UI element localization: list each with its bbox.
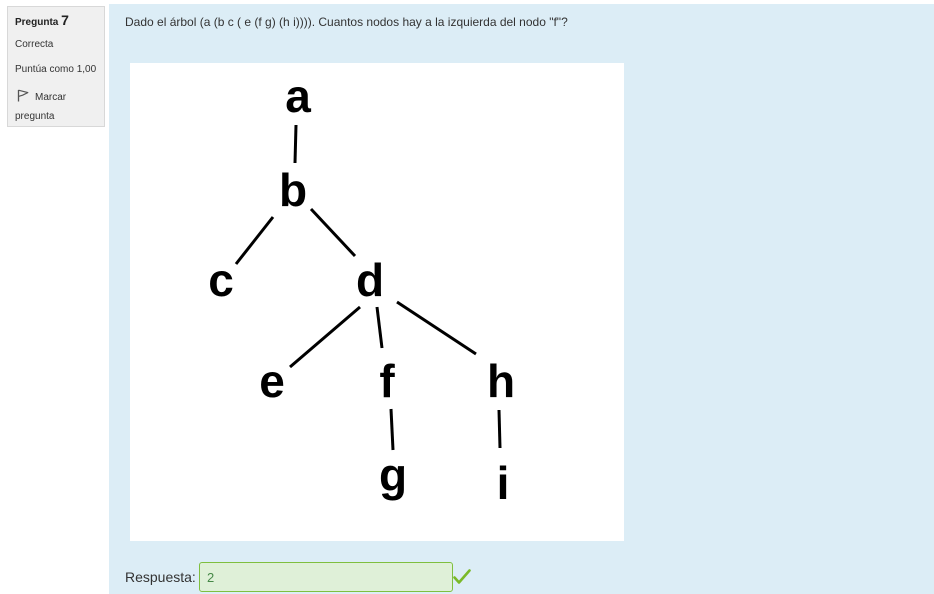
tree-edge-d-h [396,300,477,356]
answer-label: Respuesta: [125,569,196,585]
tree-edge-b-c [234,216,275,265]
tree-diagram-image: a b c d e f g h i [130,63,624,541]
question-number-heading: Pregunta 7 [15,13,97,30]
tree-node-b: b [279,164,307,216]
checkmark-icon [453,568,471,586]
tree-edge-d-e [289,305,361,369]
tree-node-e: e [259,355,285,407]
question-info-panel: Pregunta 7 Correcta Puntúa como 1,00 Mar… [7,6,105,127]
question-state: Correcta [15,39,54,50]
tree-node-f: f [379,355,395,407]
question-label: Pregunta [15,17,59,28]
answer-input[interactable] [199,562,453,592]
tree-edge-f-g [389,408,395,451]
question-content: Dado el árbol (a (b c ( e (f g) (h i))))… [109,4,934,594]
tree-node-a: a [285,70,311,122]
tree-node-i: i [497,457,510,509]
tree-node-c: c [208,254,234,306]
question-grade: Puntúa como 1,00 [15,64,97,75]
tree-edge-a-b [293,124,298,164]
tree-edge-d-f [375,306,384,349]
tree-node-g: g [379,449,407,501]
tree-edge-b-d [309,207,357,258]
tree-edge-h-i [497,409,502,449]
tree-node-h: h [487,355,515,407]
flag-question-link[interactable]: Marcar pregunta [15,88,97,126]
tree-node-d: d [356,254,384,306]
flag-icon [17,89,29,102]
question-text: Dado el árbol (a (b c ( e (f g) (h i))))… [125,15,568,29]
question-number: 7 [61,12,69,28]
